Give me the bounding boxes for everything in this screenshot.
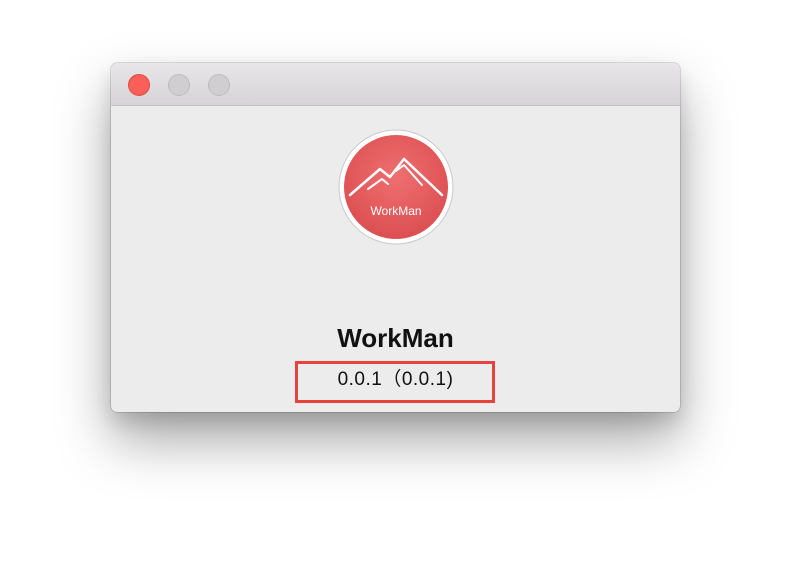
version-label: 0.0.1（0.0.1) [337, 369, 454, 390]
app-name: WorkMan [337, 323, 454, 353]
logo-text: WorkMan [370, 204, 421, 218]
zoom-icon[interactable] [208, 74, 230, 96]
minimize-icon[interactable] [168, 74, 190, 96]
title-bar[interactable] [111, 63, 680, 106]
about-window: WorkMan WorkMan 0.0.1（0.0.1) [111, 63, 680, 412]
close-icon[interactable] [128, 74, 150, 96]
about-content: WorkMan WorkMan 0.0.1（0.0.1) [111, 106, 680, 412]
app-logo-icon: WorkMan [338, 129, 454, 245]
